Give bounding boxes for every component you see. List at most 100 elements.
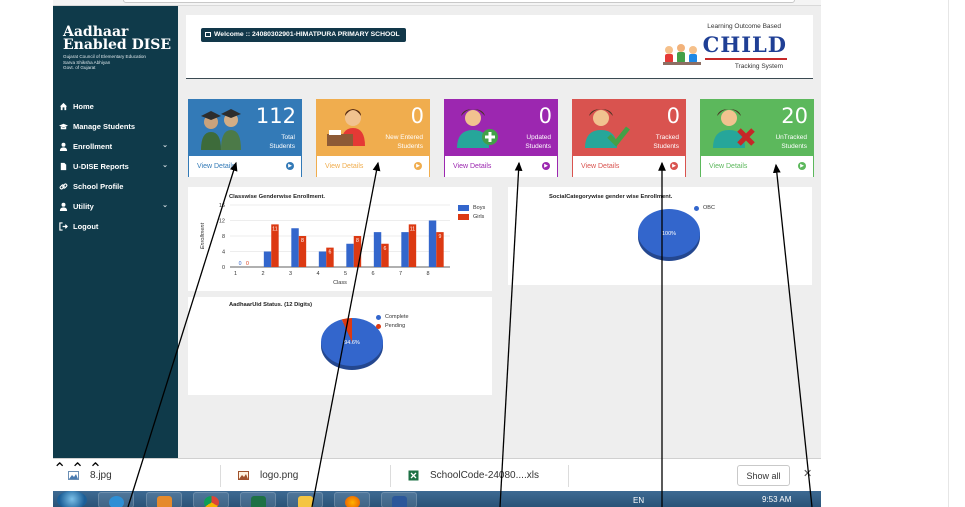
legend-label: Complete xyxy=(385,314,409,320)
taskbar-word[interactable] xyxy=(381,492,417,507)
sidebar-item-logout[interactable]: Logout xyxy=(53,216,178,236)
taskbar-chrome[interactable] xyxy=(193,492,229,507)
downloads-bar: 8.jpg ⌃ logo.png ⌃ SchoolCode-24080....x… xyxy=(53,458,821,491)
home-icon xyxy=(59,102,68,111)
input-language[interactable]: EN xyxy=(633,496,644,505)
data-label: 8 xyxy=(356,238,359,244)
social-category-pie-chart: 100% xyxy=(638,209,700,261)
x-axis-title: Class xyxy=(333,280,347,286)
children-illustration-icon xyxy=(663,44,701,65)
bar-boys[interactable] xyxy=(373,232,382,267)
view-details-link[interactable]: View Details xyxy=(453,163,491,170)
tile-footer[interactable]: View Details ▶ xyxy=(701,156,813,177)
tile-label: New Entered xyxy=(385,134,423,141)
slice-label: 94.6% xyxy=(344,340,360,346)
legend-item-complete: Complete xyxy=(376,314,409,320)
tile-total-students: 112 Total Students View Details ▶ xyxy=(188,99,302,177)
bar-boys[interactable] xyxy=(318,251,327,268)
bar-boys[interactable] xyxy=(428,220,437,268)
excel-file-icon xyxy=(408,470,419,481)
user-icon xyxy=(59,142,68,151)
firefox-icon xyxy=(345,496,360,507)
arrow-circle-right-icon: ▶ xyxy=(414,162,422,170)
download-item[interactable]: 8.jpg xyxy=(68,459,112,492)
clock[interactable]: 9:53 AM xyxy=(762,495,791,504)
bar-boys[interactable] xyxy=(263,251,272,268)
sidebar-item-manage-students[interactable]: Manage Students xyxy=(53,116,178,136)
user-remove-icon xyxy=(713,109,755,148)
close-icon[interactable]: ✕ xyxy=(803,467,812,480)
legend-swatch xyxy=(376,323,381,329)
bar-boys[interactable] xyxy=(291,228,299,267)
data-label: 0 xyxy=(246,261,249,267)
school-icon xyxy=(205,32,211,37)
taskbar-firefox[interactable] xyxy=(334,492,370,507)
tile-value: 20 xyxy=(781,104,808,128)
image-file-icon xyxy=(238,471,249,480)
sidebar: Aadhaar Enabled DISE Gujarat Council of … xyxy=(53,6,178,458)
sidebar-item-school-profile[interactable]: School Profile xyxy=(53,176,178,196)
taskbar-ie[interactable] xyxy=(98,492,134,507)
tile-value: 112 xyxy=(255,104,296,128)
sidebar-item-udise-reports[interactable]: U-DISE Reports ⌄ xyxy=(53,156,178,176)
word-icon xyxy=(392,496,407,507)
scrollbar[interactable] xyxy=(948,0,965,507)
taskbar-explorer[interactable] xyxy=(287,492,323,507)
screen: Aadhaar Enabled DISE Gujarat Council of … xyxy=(0,0,965,507)
address-bar[interactable] xyxy=(123,0,795,3)
y-tick-label: 8 xyxy=(222,234,225,240)
chevron-up-icon[interactable]: ⌃ xyxy=(53,461,66,478)
legend-item-pending: Pending xyxy=(376,323,405,329)
tile-new-entered-students: 0 New Entered Students View Details ▶ xyxy=(316,99,430,177)
sidebar-nav: Home Manage Students Enrollment ⌄ U-DISE… xyxy=(53,96,178,236)
brand-line2: Enabled DISE xyxy=(63,37,172,53)
view-details-link[interactable]: View Details xyxy=(197,163,235,170)
tile-label: Students xyxy=(653,143,679,150)
y-tick-label: 16 xyxy=(219,203,225,209)
download-item[interactable]: SchoolCode-24080....xls xyxy=(408,459,539,492)
data-label: 8 xyxy=(301,238,304,244)
start-button-icon[interactable] xyxy=(57,491,87,507)
sidebar-item-enrollment[interactable]: Enrollment ⌄ xyxy=(53,136,178,156)
tile-footer[interactable]: View Details ▶ xyxy=(189,156,301,177)
taskbar-media[interactable] xyxy=(146,492,182,507)
tile-body: 20 UnTracked Students xyxy=(701,100,813,156)
sidebar-item-utility[interactable]: Utility ⌄ xyxy=(53,196,178,216)
view-details-link[interactable]: View Details xyxy=(325,163,363,170)
divider xyxy=(220,465,221,487)
arrow-circle-right-icon: ▶ xyxy=(670,162,678,170)
download-filename: 8.jpg xyxy=(90,470,112,481)
data-label: 0 xyxy=(239,261,242,267)
show-all-button[interactable]: Show all xyxy=(737,465,790,486)
tile-footer[interactable]: View Details ▶ xyxy=(445,156,557,177)
download-item[interactable]: logo.png xyxy=(238,459,298,492)
legend-label: OBC xyxy=(703,205,715,211)
child-tagline: Learning Outcome Based xyxy=(707,23,781,30)
sidebar-item-label: School Profile xyxy=(73,181,124,191)
view-details-link[interactable]: View Details xyxy=(581,163,619,170)
tile-footer[interactable]: View Details ▶ xyxy=(317,156,429,177)
taskbar-excel[interactable] xyxy=(240,492,276,507)
y-tick-label: 0 xyxy=(222,265,225,271)
tile-label: UnTracked xyxy=(775,134,807,141)
folder-icon xyxy=(298,496,313,507)
page-header: Welcome :: 24080302901-HIMATPURA PRIMARY… xyxy=(186,15,813,79)
legend-label: Girls xyxy=(473,214,485,220)
file-icon xyxy=(59,162,68,171)
data-label: 11 xyxy=(272,226,277,232)
legend-item-obc: OBC xyxy=(694,205,715,211)
bar-boys[interactable] xyxy=(346,243,354,267)
legend-label: Boys xyxy=(473,205,486,211)
view-details-link[interactable]: View Details xyxy=(709,163,747,170)
child-logo: Learning Outcome Based CHILD Tracking Sy… xyxy=(631,21,801,73)
y-tick-label: 4 xyxy=(222,250,225,256)
y-axis-title: Enrollment xyxy=(200,222,206,249)
tile-label: Students xyxy=(781,143,807,150)
aadhaar-status-pie-chart: 94.6% xyxy=(321,318,383,370)
chevron-down-icon: ⌄ xyxy=(162,202,168,209)
tile-untracked-students: 20 UnTracked Students View Details ▶ xyxy=(700,99,814,177)
brand-logo: Aadhaar Enabled DISE Gujarat Council of … xyxy=(63,25,175,71)
tile-footer[interactable]: View Details ▶ xyxy=(573,156,685,177)
sidebar-item-home[interactable]: Home xyxy=(53,96,178,116)
bar-boys[interactable] xyxy=(401,232,409,267)
